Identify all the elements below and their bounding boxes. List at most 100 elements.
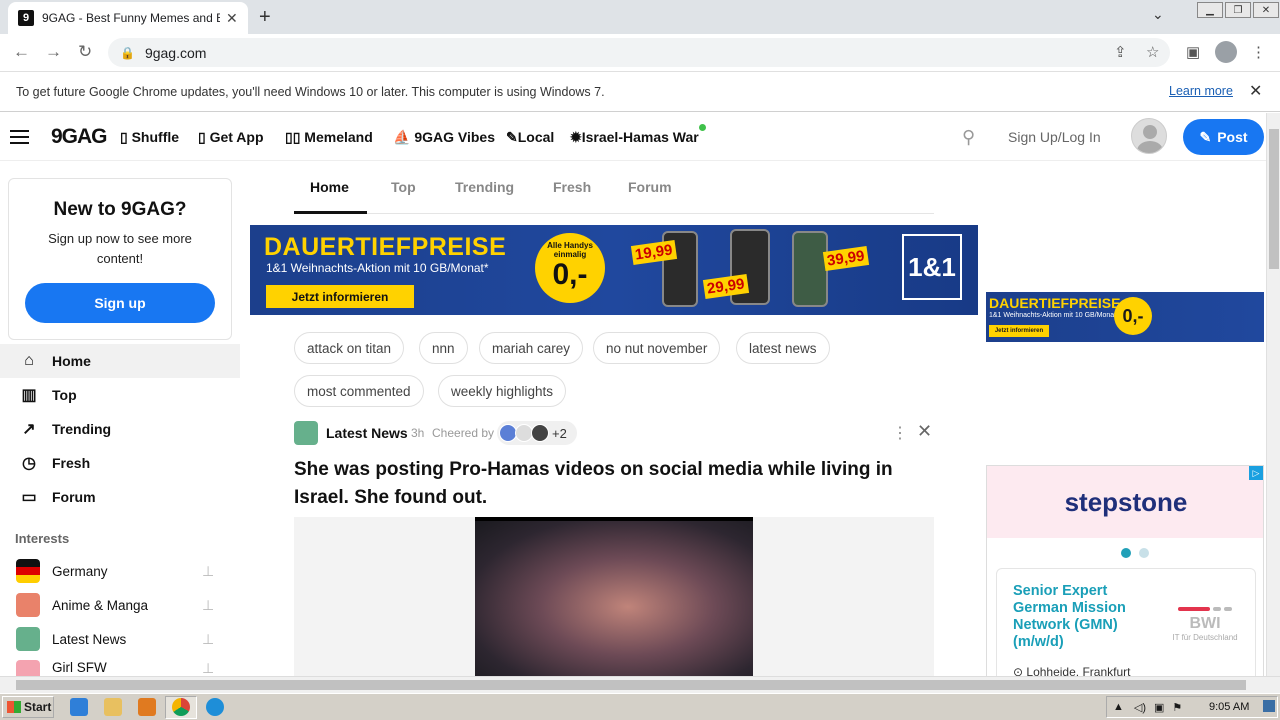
ad-price-circle: Alle Handys einmalig 0,- (535, 233, 605, 303)
reload-icon[interactable]: ↻ (78, 42, 92, 62)
more-options-icon[interactable]: ⋮ (892, 423, 908, 443)
tag-chip[interactable]: mariah carey (479, 332, 584, 364)
post-section-name[interactable]: Latest News (326, 425, 408, 441)
ad-headline: DAUERTIEFPREISE (264, 233, 507, 261)
share-icon[interactable]: ⇪ (1114, 43, 1127, 61)
scroll-thumb[interactable] (16, 680, 1246, 690)
stepstone-logo: stepstone (1064, 486, 1188, 517)
network-icon[interactable]: ▣ (1154, 701, 1164, 714)
ad-brand-logo: 1&1 (902, 234, 962, 300)
tab-search-chevron-icon[interactable]: ⌄ (1152, 6, 1164, 23)
learn-more-link[interactable]: Learn more (1169, 84, 1233, 98)
sidebar-item-trending[interactable]: ↗ Trending (0, 412, 240, 446)
address-bar[interactable]: 🔒 9gag.com (108, 38, 1170, 67)
minimize-button[interactable]: ▁ (1197, 2, 1223, 18)
hamburger-menu-icon[interactable] (10, 130, 29, 148)
ad-info-icon[interactable]: ▷ (1249, 466, 1263, 480)
tab-trending[interactable]: Trending (455, 179, 514, 195)
tag-chip[interactable]: attack on titan (294, 332, 405, 364)
scroll-thumb[interactable] (1269, 129, 1279, 269)
interest-germany[interactable]: Germany ⊥ (0, 554, 240, 588)
pin-icon[interactable]: ⊥ (202, 563, 214, 580)
sidebar-item-forum[interactable]: ▭ Forum (0, 480, 240, 514)
nav-9gag-vibes[interactable]: ⛵ 9GAG Vibes (393, 129, 495, 146)
nav-israel-hamas-war[interactable]: ✹Israel-Hamas War (570, 129, 699, 146)
side-panel-icon[interactable]: ▣ (1186, 43, 1200, 61)
chrome-icon (172, 698, 190, 716)
tag-chip[interactable]: most commented (294, 375, 424, 407)
window-controls: ▁ ❐ ✕ (1196, 0, 1280, 20)
pin-icon[interactable]: ⊥ (202, 631, 214, 648)
clock[interactable]: 9:05 AM (1209, 701, 1249, 713)
show-desktop-icon[interactable] (1263, 700, 1275, 712)
nav-get-app[interactable]: ▯ Get App (198, 129, 264, 146)
menu-dots-icon[interactable]: ⋮ (1251, 43, 1266, 61)
job-title[interactable]: Senior Expert German Mission Network (GM… (1013, 583, 1153, 651)
media-player-icon[interactable] (138, 698, 156, 716)
tab-forum[interactable]: Forum (628, 179, 672, 195)
tag-chip[interactable]: weekly highlights (438, 375, 567, 407)
ad-cta-button[interactable]: Jetzt informieren (266, 285, 414, 308)
close-tab-icon[interactable]: ✕ (226, 10, 238, 27)
flag-icon[interactable]: ⚑ (1172, 701, 1182, 714)
back-icon[interactable]: ← (13, 42, 30, 62)
close-window-button[interactable]: ✕ (1253, 2, 1279, 18)
interest-latest-news[interactable]: Latest News ⊥ (0, 622, 240, 656)
url-text[interactable]: 9gag.com (145, 45, 206, 61)
close-infobar-icon[interactable]: ✕ (1249, 81, 1262, 101)
nav-memeland[interactable]: ▯▯ Memeland (285, 129, 373, 146)
post-button[interactable]: ✎ Post (1183, 119, 1264, 155)
avatar[interactable] (1131, 118, 1167, 154)
section-icon[interactable] (294, 421, 318, 445)
lock-icon[interactable]: 🔒 (120, 46, 135, 60)
windows-logo-icon (7, 701, 21, 713)
signup-button[interactable]: Sign up (25, 283, 215, 323)
interest-girl-sfw[interactable]: Girl SFW ⊥ (0, 656, 240, 676)
infobar-text: To get future Google Chrome updates, you… (16, 84, 605, 99)
profile-icon[interactable] (1215, 41, 1237, 63)
9gag-logo[interactable]: 9GAG (51, 125, 108, 149)
tab-fresh[interactable]: Fresh (553, 179, 591, 195)
sidebar-item-fresh[interactable]: ◷ Fresh (0, 446, 240, 480)
pin-icon[interactable]: ⊥ (202, 660, 214, 676)
stepstone-ad[interactable]: stepstone ▷ Senior Expert German Mission… (986, 465, 1264, 677)
search-icon[interactable]: ⚲ (962, 127, 975, 148)
signup-promo-card: New to 9GAG? Sign up now to see more con… (8, 178, 232, 340)
nav-local[interactable]: ✎Local (506, 129, 554, 146)
interest-anime-manga[interactable]: Anime & Manga ⊥ (0, 588, 240, 622)
edge-icon[interactable] (206, 698, 224, 716)
carousel-dots[interactable] (1121, 546, 1157, 561)
tab-strip: 9 9GAG - Best Funny Memes and Breaking N… (0, 0, 1280, 34)
tag-chip[interactable]: no nut november (593, 332, 721, 364)
internet-explorer-icon[interactable] (70, 698, 88, 716)
signup-login-link[interactable]: Sign Up/Log In (1008, 129, 1101, 145)
sidebar-item-home[interactable]: ⌂ Home (0, 344, 240, 378)
job-card[interactable]: Senior Expert German Mission Network (GM… (996, 568, 1256, 676)
ad-banner[interactable]: DAUERTIEFPREISE 1&1 Weihnachts-Aktion mi… (250, 225, 978, 315)
side-ad-banner[interactable]: DAUERTIEFPREISE 1&1 Weihnachts-Aktion mi… (986, 292, 1264, 342)
nav-shuffle[interactable]: ▯ Shuffle (120, 129, 179, 146)
forward-icon[interactable]: → (45, 42, 62, 62)
browser-tab[interactable]: 9 9GAG - Best Funny Memes and Breaking N… (8, 2, 248, 34)
file-explorer-icon[interactable] (104, 698, 122, 716)
volume-icon[interactable]: ◁) (1134, 701, 1146, 714)
start-button[interactable]: Start (2, 696, 54, 718)
restore-button[interactable]: ❐ (1225, 2, 1251, 18)
tag-chip[interactable]: nnn (419, 332, 468, 364)
close-post-icon[interactable]: ✕ (917, 421, 932, 442)
vertical-scrollbar[interactable] (1266, 113, 1280, 676)
tab-top[interactable]: Top (391, 179, 416, 195)
germany-flag-icon (16, 559, 40, 583)
sidebar-item-top[interactable]: ▥ Top (0, 378, 240, 412)
horizontal-scrollbar[interactable] (0, 676, 1280, 693)
bookmark-star-icon[interactable]: ☆ (1146, 43, 1159, 61)
post-video[interactable] (475, 517, 753, 677)
tag-chip[interactable]: latest news (736, 332, 830, 364)
post-title[interactable]: She was posting Pro-Hamas videos on soci… (294, 456, 934, 512)
pin-icon[interactable]: ⊥ (202, 597, 214, 614)
side-ad-cta[interactable]: Jetzt informieren (989, 325, 1049, 337)
tab-home[interactable]: Home (310, 179, 349, 195)
new-tab-button[interactable]: + (259, 6, 271, 29)
tray-expand-icon[interactable]: ▲ (1113, 701, 1124, 713)
sidebar-item-label: Fresh (52, 455, 91, 471)
